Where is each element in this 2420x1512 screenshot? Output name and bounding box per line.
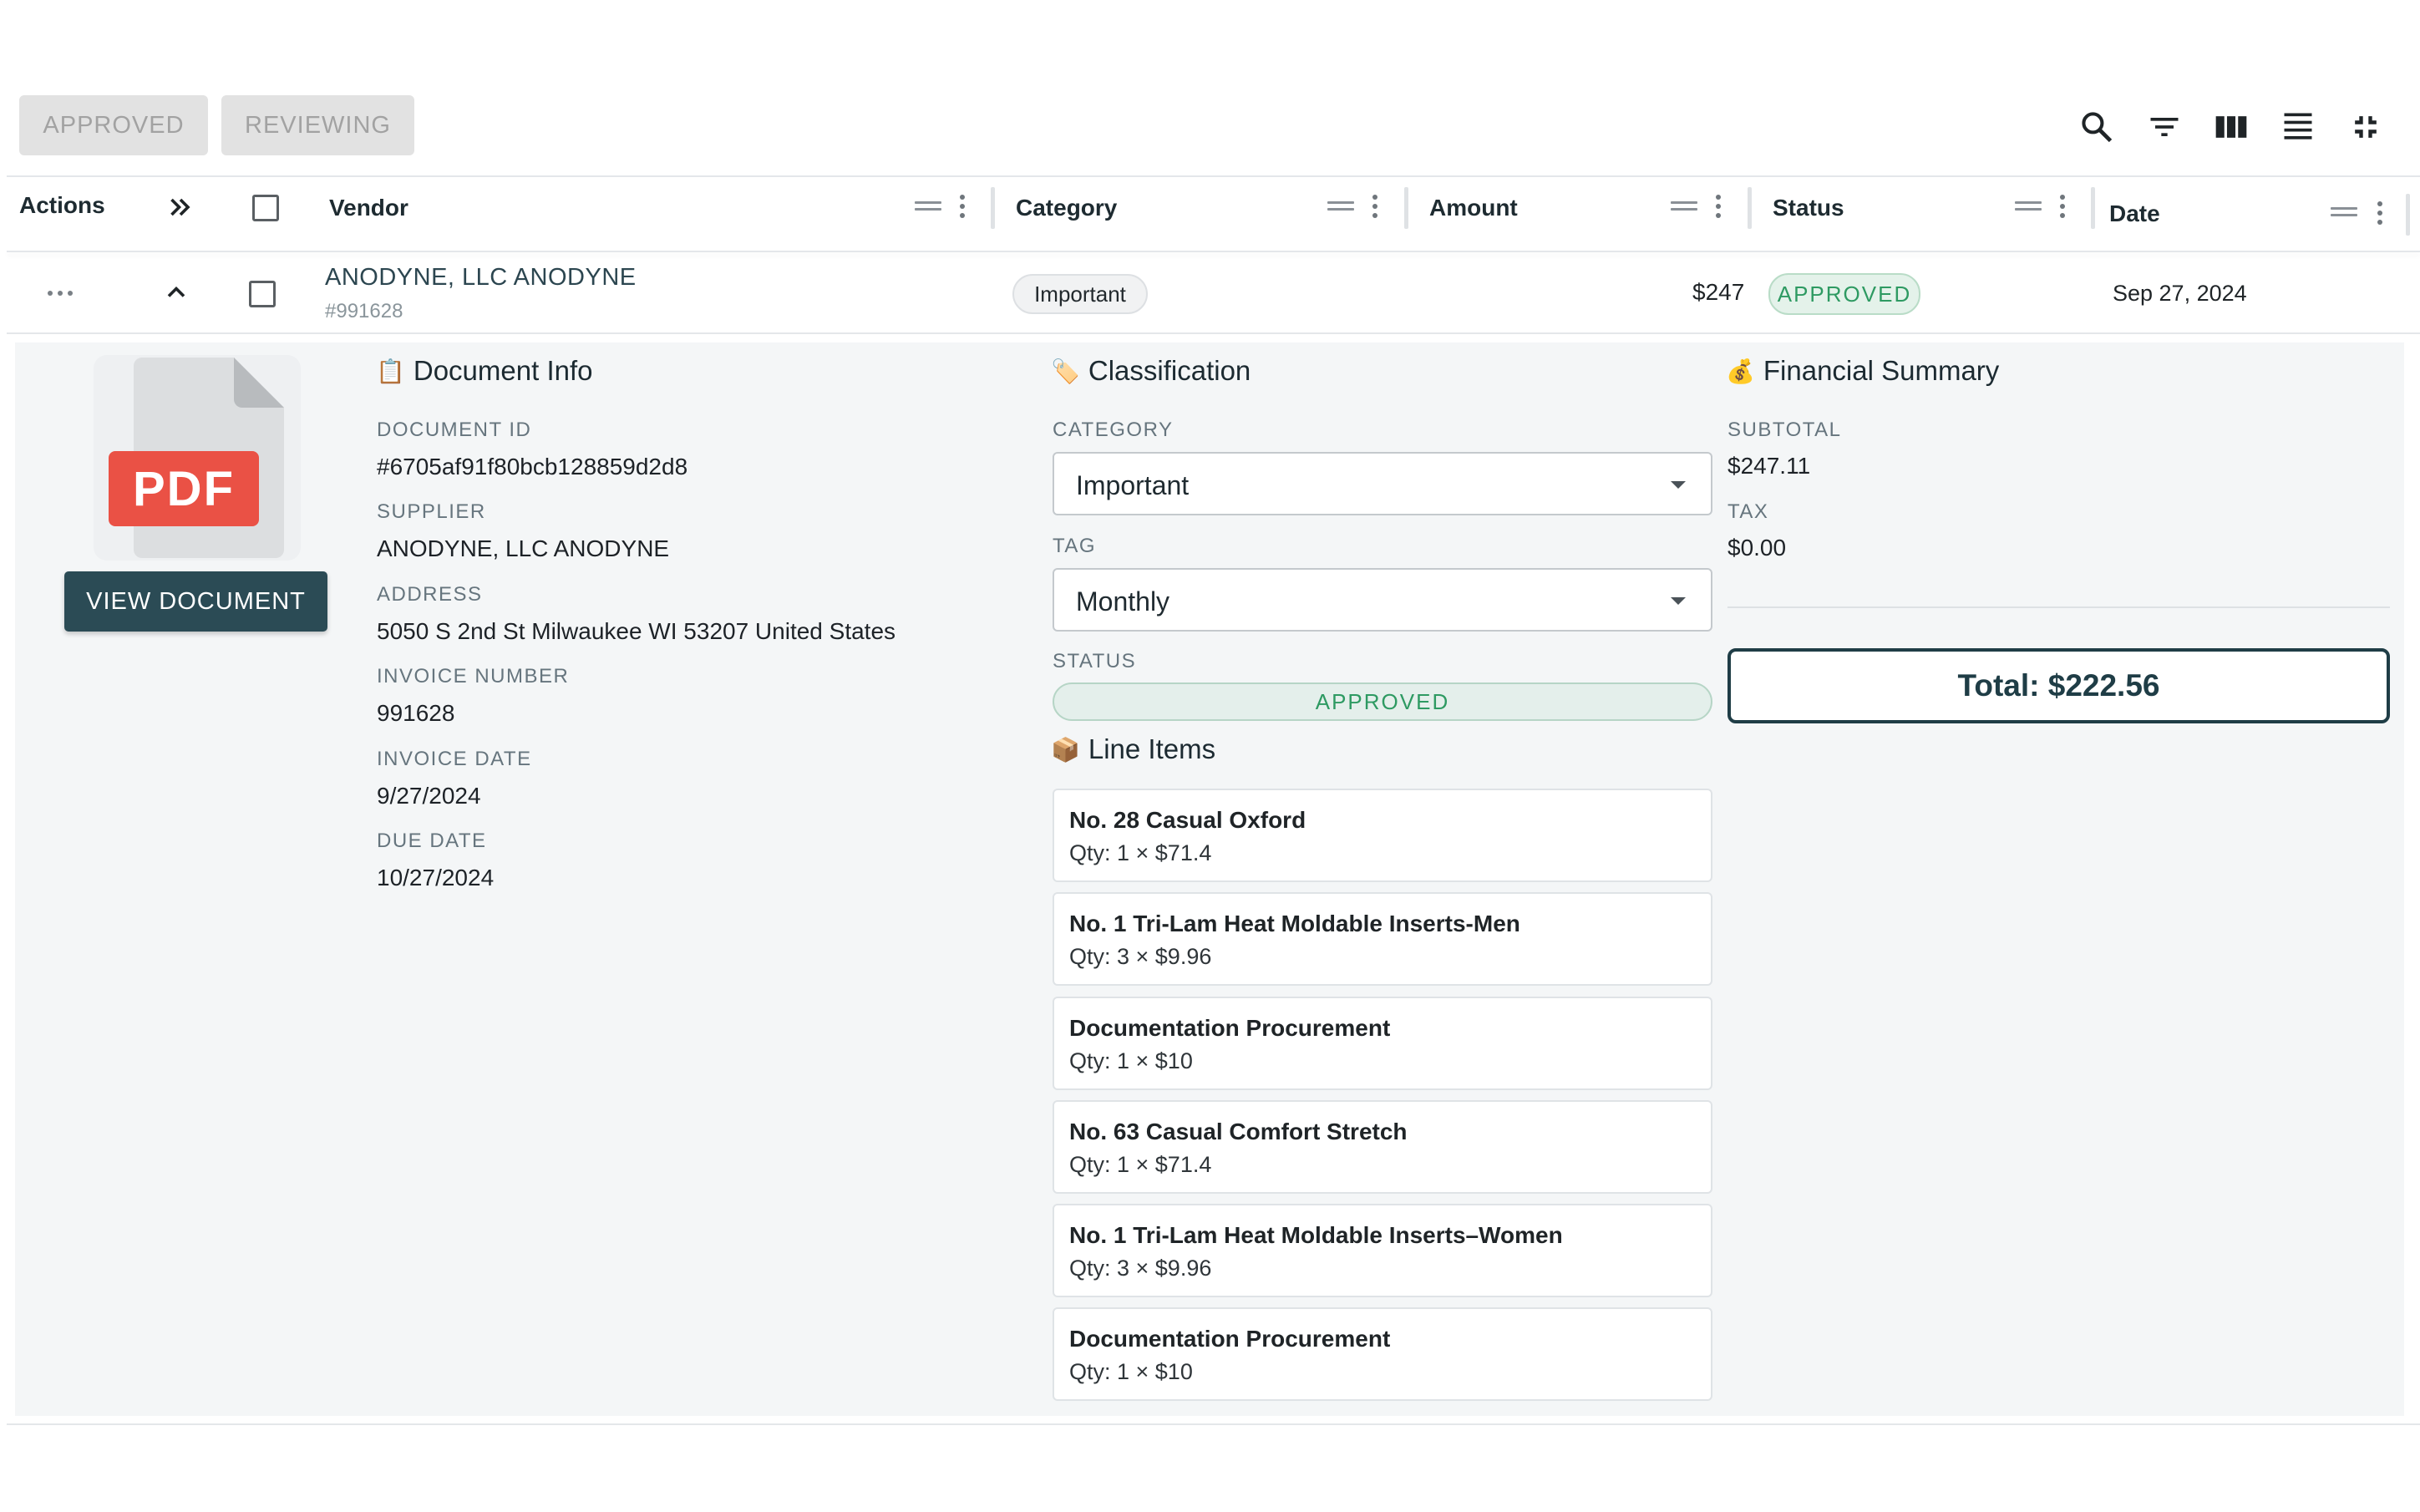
column-menu-icon[interactable] [960, 195, 966, 221]
tax-value: $0.00 [1727, 535, 1787, 561]
subtotal-value: $247.11 [1727, 453, 1811, 479]
line-item-name: No. 63 Casual Comfort Stretch [1069, 1119, 1408, 1144]
expand-all-icon[interactable] [165, 192, 195, 222]
header-category[interactable]: Category [1016, 195, 1117, 221]
tag-select[interactable]: Monthly [1053, 568, 1712, 632]
collapse-row-icon[interactable] [161, 277, 191, 307]
chevron-down-icon [1671, 481, 1686, 489]
line-item-qty: Qty: 3 × $9.96 [1069, 1256, 1212, 1281]
column-menu-icon[interactable] [1372, 195, 1379, 221]
summary-divider [1727, 606, 2390, 608]
line-items-title: 📦 Line Items [1051, 733, 1216, 764]
drag-handle-icon[interactable] [1671, 201, 1697, 213]
classification-title: 🏷️ Classification [1051, 355, 1251, 386]
vendor-name[interactable]: ANODYNE, LLC ANODYNE [325, 264, 637, 292]
invoice-number-value: 991628 [377, 700, 455, 726]
columns-icon[interactable] [2213, 109, 2250, 145]
header-vendor[interactable]: Vendor [329, 195, 408, 221]
status-badge: APPROVED [1768, 273, 1920, 315]
category-pill: Important [1012, 274, 1148, 314]
vendor-invoice-ref: #991628 [325, 300, 403, 322]
category-label: CATEGORY [1053, 419, 1174, 441]
header-top-divider [7, 175, 2420, 177]
drag-handle-icon[interactable] [2015, 201, 2042, 213]
reviewing-filter-chip[interactable]: REVIEWING [221, 95, 414, 155]
tag-icon: 🏷️ [1051, 358, 1080, 384]
address-label: ADDRESS [377, 583, 483, 606]
column-resize-handle[interactable] [1404, 187, 1408, 229]
header-date[interactable]: Date [2109, 200, 2160, 227]
clipboard-icon: 📋 [376, 358, 405, 384]
line-item-name: No. 28 Casual Oxford [1069, 807, 1306, 833]
category-select-value: Important [1076, 470, 1190, 500]
column-menu-icon[interactable] [2377, 201, 2384, 228]
invoice-date-label: INVOICE DATE [377, 748, 532, 770]
header-status[interactable]: Status [1773, 195, 1844, 221]
total-amount: Total: $222.56 [1727, 648, 2390, 723]
header-actions: Actions [19, 192, 105, 218]
line-item: No. 63 Casual Comfort Stretch Qty: 1 × $… [1053, 1100, 1712, 1194]
fullscreen-exit-icon[interactable] [2347, 109, 2384, 145]
row-checkbox[interactable] [249, 281, 276, 307]
invoice-date-value: 9/27/2024 [377, 783, 481, 809]
address-value: 5050 S 2nd St Milwaukee WI 53207 United … [377, 618, 896, 644]
header-bottom-divider [7, 251, 2420, 252]
document-id-value: #6705af91f80bcb128859d2d8 [377, 454, 688, 479]
status-bar: APPROVED [1053, 682, 1712, 721]
tag-select-value: Monthly [1076, 586, 1170, 616]
tax-label: TAX [1727, 500, 1769, 523]
supplier-value: ANODYNE, LLC ANODYNE [377, 535, 670, 561]
due-date-label: DUE DATE [377, 830, 487, 852]
supplier-label: SUPPLIER [377, 500, 486, 523]
invoice-number-label: INVOICE NUMBER [377, 665, 570, 688]
column-menu-icon[interactable] [1716, 195, 1722, 221]
approved-filter-chip[interactable]: APPROVED [19, 95, 208, 155]
line-item-qty: Qty: 3 × $9.96 [1069, 944, 1212, 969]
column-resize-handle[interactable] [1748, 187, 1752, 229]
package-icon: 📦 [1051, 736, 1080, 763]
subtotal-label: SUBTOTAL [1727, 419, 1842, 441]
select-all-checkbox[interactable] [252, 195, 279, 221]
column-resize-handle[interactable] [991, 187, 995, 229]
money-bag-icon: 💰 [1726, 358, 1755, 384]
line-item-name: Documentation Procurement [1069, 1326, 1391, 1352]
filter-icon[interactable] [2146, 109, 2183, 145]
row-divider [7, 332, 2420, 334]
density-icon[interactable] [2280, 109, 2316, 145]
line-item: Documentation Procurement Qty: 1 × $10 [1053, 997, 1712, 1090]
status-label: STATUS [1053, 650, 1137, 672]
line-item: No. 28 Casual Oxford Qty: 1 × $71.4 [1053, 789, 1712, 882]
line-item-qty: Qty: 1 × $10 [1069, 1359, 1193, 1384]
line-item-name: Documentation Procurement [1069, 1015, 1391, 1041]
line-item-qty: Qty: 1 × $10 [1069, 1048, 1193, 1073]
document-id-label: DOCUMENT ID [377, 419, 532, 441]
search-icon[interactable] [2078, 109, 2115, 145]
line-item-name: No. 1 Tri-Lam Heat Moldable Inserts-Men [1069, 911, 1520, 936]
column-menu-icon[interactable] [2060, 195, 2067, 221]
row-bottom-divider [7, 1423, 2420, 1425]
document-info-title: 📋 Document Info [376, 355, 593, 386]
row-actions-icon[interactable] [45, 282, 75, 312]
drag-handle-icon[interactable] [1327, 201, 1354, 213]
line-item-qty: Qty: 1 × $71.4 [1069, 1152, 1212, 1177]
chevron-down-icon [1671, 597, 1686, 605]
line-item: Documentation Procurement Qty: 1 × $10 [1053, 1307, 1712, 1401]
header-amount[interactable]: Amount [1429, 195, 1518, 221]
pdf-label: PDF [109, 451, 259, 526]
view-document-button[interactable]: VIEW DOCUMENT [64, 571, 327, 632]
tag-label: TAG [1053, 535, 1097, 557]
column-resize-handle[interactable] [2406, 194, 2410, 236]
drag-handle-icon[interactable] [2331, 207, 2357, 219]
date-cell: Sep 27, 2024 [2113, 281, 2247, 306]
financial-summary-title: 💰 Financial Summary [1726, 355, 2000, 386]
amount-cell: $247 [1692, 279, 1745, 305]
line-item: No. 1 Tri-Lam Heat Moldable Inserts–Wome… [1053, 1204, 1712, 1297]
line-item-name: No. 1 Tri-Lam Heat Moldable Inserts–Wome… [1069, 1222, 1563, 1248]
line-item-qty: Qty: 1 × $71.4 [1069, 840, 1212, 865]
due-date-value: 10/27/2024 [377, 865, 495, 890]
column-resize-handle[interactable] [2091, 187, 2095, 229]
drag-handle-icon[interactable] [915, 201, 941, 213]
category-select[interactable]: Important [1053, 452, 1712, 515]
line-item: No. 1 Tri-Lam Heat Moldable Inserts-Men … [1053, 892, 1712, 986]
